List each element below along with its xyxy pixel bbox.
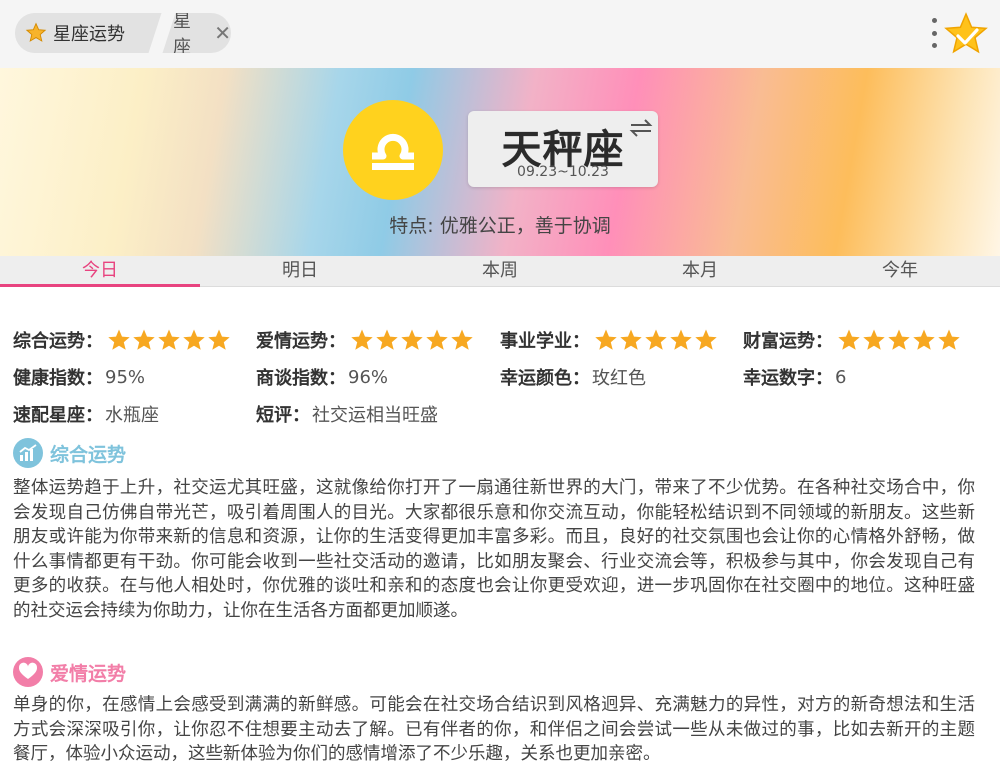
star-icon (913, 329, 935, 350)
index-value: 水瓶座 (105, 405, 159, 426)
star-icon (863, 329, 885, 350)
rating-label: 综合运势： (13, 331, 103, 352)
star-icon (351, 329, 373, 350)
index-value: 社交运相当旺盛 (312, 405, 438, 426)
rating-label: 事业学业： (500, 331, 590, 352)
breadcrumb-current-label: 星座 (173, 13, 191, 53)
index-value: 96% (348, 366, 389, 388)
lucky-color: 幸运颜色： 玫红色 (500, 362, 646, 392)
star-icon (888, 329, 910, 350)
star-icon (133, 329, 155, 350)
heart-icon (13, 657, 43, 687)
star-icon (401, 329, 423, 350)
index-label: 健康指数： (13, 368, 103, 389)
close-icon[interactable]: ✕ (214, 23, 231, 43)
more-dot (931, 30, 937, 36)
star-icon (938, 329, 960, 350)
swap-icon[interactable] (628, 117, 654, 139)
index-value: 6 (835, 366, 847, 388)
star-icon (670, 329, 692, 350)
star-icon (645, 329, 667, 350)
rating-label: 爱情运势： (256, 331, 346, 352)
tab-today[interactable]: 今日 (0, 256, 200, 287)
more-vertical-icon (931, 18, 937, 23)
star-rating (107, 328, 232, 352)
tab-tomorrow[interactable]: 明日 (200, 256, 400, 286)
libra-symbol-icon (343, 100, 443, 200)
star-icon (158, 329, 180, 350)
tab-this-year[interactable]: 今年 (800, 256, 1000, 286)
chart-icon (13, 438, 43, 468)
rating-overall: 综合运势： (13, 325, 232, 355)
section-general-header: 综合运势 (13, 437, 126, 469)
favorite-star-icon[interactable] (944, 12, 988, 56)
index-health: 健康指数： 95% (13, 362, 145, 392)
section-general-title: 综合运势 (50, 443, 127, 466)
rating-career: 事业学业： (500, 325, 719, 355)
star-icon (208, 329, 230, 350)
sign-date-range: 09.23~10.23 (517, 164, 609, 180)
star-icon (620, 329, 642, 350)
index-label: 速配星座： (13, 405, 103, 426)
fortune-stats: 综合运势： 爱情运势： 事业学业： 财富运势： 健康指数： 95% 商谈指数： … (13, 325, 988, 436)
sign-trait: 特点: 优雅公正，善于协调 (389, 215, 611, 237)
star-icon (108, 329, 130, 350)
more-options-button[interactable] (927, 16, 941, 50)
lucky-number: 幸运数字： 6 (743, 362, 846, 392)
rating-love: 爱情运势： (256, 325, 475, 355)
index-label: 短评： (256, 405, 310, 426)
index-label: 幸运颜色： (500, 368, 590, 389)
star-icon (838, 329, 860, 350)
tab-this-month[interactable]: 本月 (600, 256, 800, 286)
breadcrumb: 星座运势 星座 ✕ (15, 13, 231, 53)
star-icon (595, 329, 617, 350)
indices-row: 健康指数： 95% 商谈指数： 96% 幸运颜色： 玫红色 幸运数字： 6 (13, 362, 988, 399)
star-icon (426, 329, 448, 350)
section-general-text: 整体运势趋于上升，社交运尤其旺盛，这就像给你打开了一扇通往新世界的大门，带来了不… (13, 478, 975, 621)
more-dot (931, 43, 937, 48)
sign-hero: 天秤座 09.23~10.23 特点: 优雅公正，善于协调 (0, 68, 1000, 256)
ratings-row: 综合运势： 爱情运势： 事业学业： 财富运势： (13, 325, 988, 362)
star-rating (350, 328, 475, 352)
breadcrumb-home-label: 星座运势 (53, 24, 125, 45)
short-comment: 短评： 社交运相当旺盛 (256, 399, 438, 429)
index-value: 玫红色 (592, 368, 646, 389)
section-love-title: 爱情运势 (50, 662, 127, 685)
top-bar: 星座运势 星座 ✕ (0, 0, 1000, 68)
star-icon (695, 329, 717, 350)
star-rating (594, 328, 719, 352)
star-icon (25, 22, 47, 42)
extra-row: 速配星座： 水瓶座 短评： 社交运相当旺盛 (13, 399, 988, 436)
star-icon (451, 329, 473, 350)
index-label: 商谈指数： (256, 368, 346, 389)
breadcrumb-current[interactable]: 星座 ✕ (173, 13, 231, 53)
index-value: 95% (105, 366, 146, 388)
index-negotiation: 商谈指数： 96% (256, 362, 388, 392)
star-icon (183, 329, 205, 350)
match-sign: 速配星座： 水瓶座 (13, 399, 159, 429)
section-love-text: 单身的你，在感情上会感受到满满的新鲜感。可能会在社交场合结识到风格迥异、充满魅力… (13, 695, 975, 764)
tab-this-week[interactable]: 本周 (400, 256, 600, 286)
rating-label: 财富运势： (743, 331, 833, 352)
breadcrumb-home[interactable]: 星座运势 (15, 13, 161, 53)
star-icon (376, 329, 398, 350)
rating-wealth: 财富运势： (743, 325, 962, 355)
index-label: 幸运数字： (743, 368, 833, 389)
section-love-header: 爱情运势 (13, 656, 126, 688)
period-tabs: 今日 明日 本周 本月 今年 (0, 256, 1000, 287)
star-rating (837, 328, 962, 352)
